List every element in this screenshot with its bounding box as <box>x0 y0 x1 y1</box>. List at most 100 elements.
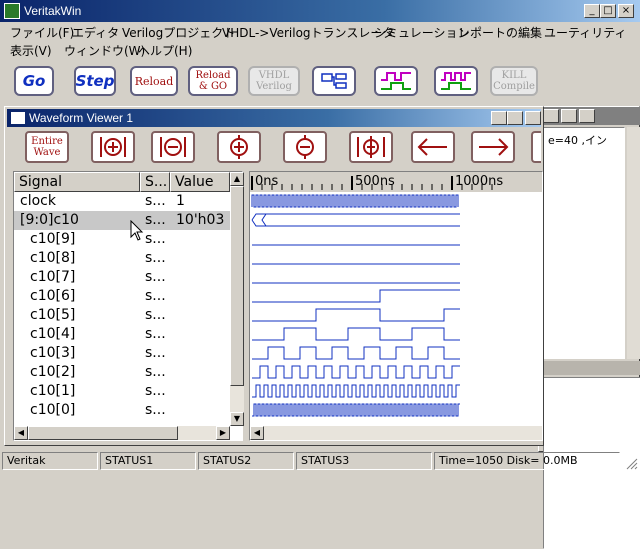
entire-wave-button[interactable]: Entire Wave <box>25 131 69 163</box>
signal-status: s... <box>145 326 166 342</box>
time-label: 500ns <box>355 174 395 189</box>
signal-name: c10[3] <box>30 345 76 361</box>
signal-row[interactable]: c10[3] s... <box>14 344 230 363</box>
signal-name: c10[2] <box>30 364 76 380</box>
signal-status: s... <box>145 231 166 247</box>
reload-button[interactable]: Reload <box>130 66 178 96</box>
waveform-viewer-button[interactable] <box>434 66 478 96</box>
menu-file[interactable]: ファイル(F) <box>10 24 74 41</box>
signal-status: s... <box>145 288 166 304</box>
wave-horizontal-scrollbar[interactable]: ◀ <box>250 426 542 440</box>
go-label: Go <box>22 71 46 90</box>
reload-go-label-2: & GO <box>198 81 228 92</box>
col-signal-header[interactable]: Signal <box>14 172 140 192</box>
menu-window[interactable]: ウィンドウ(W) <box>64 42 145 59</box>
reload-go-button[interactable]: Reload & GO <box>188 66 238 96</box>
resize-grip-icon[interactable] <box>624 456 638 470</box>
signal-status: s... <box>145 193 166 209</box>
signal-row[interactable]: c10[5] s... <box>14 306 230 325</box>
scroll-right-button[interactable] <box>471 131 515 163</box>
signal-row[interactable]: c10[6] s... <box>14 287 230 306</box>
scroll-left-arrow-icon[interactable]: ◀ <box>14 426 28 440</box>
signal-name: c10[0] <box>30 402 76 418</box>
menu-vhdl-translator[interactable]: VHDL->Verilogトランスレータ <box>222 24 394 41</box>
editor-text[interactable]: e=40 ,イン <box>543 127 625 359</box>
kill-label-2: Compile <box>493 81 535 92</box>
bg-close-button[interactable] <box>579 109 595 123</box>
minimize-button[interactable]: _ <box>584 4 600 18</box>
wv-maximize-button[interactable] <box>507 111 523 125</box>
signal-row[interactable]: c10[1] s... <box>14 382 230 401</box>
menu-utility[interactable]: ユーティリティ <box>544 24 627 41</box>
signal-vertical-scrollbar[interactable]: ▲ ▼ <box>230 172 244 426</box>
zoom-in-range-button[interactable] <box>91 131 135 163</box>
entire-label-2: Wave <box>33 147 61 158</box>
signal-row-selected[interactable]: [9:0]c10 s... 10'h03 <box>14 211 230 230</box>
step-button[interactable]: Step <box>74 66 116 96</box>
waveform-bit <box>252 346 460 360</box>
signal-row[interactable]: c10[8] s... <box>14 249 230 268</box>
h-scroll-thumb[interactable] <box>28 426 178 440</box>
signal-name: c10[1] <box>30 383 76 399</box>
zoom-out-button[interactable] <box>283 131 327 163</box>
background-window: e=40 ,イン <box>538 106 640 549</box>
zoom-cursor-button[interactable] <box>349 131 393 163</box>
scroll-thumb[interactable] <box>230 186 244 386</box>
more-buttons[interactable] <box>531 131 541 163</box>
signal-status: s... <box>145 383 166 399</box>
signal-row[interactable]: c10[4] s... <box>14 325 230 344</box>
waveform-button[interactable] <box>374 66 418 96</box>
vhdl-verilog-button[interactable]: VHDL Verilog <box>248 66 300 96</box>
scroll-left-button[interactable] <box>411 131 455 163</box>
menu-verilog-project[interactable]: Verilogプロジェクト <box>122 24 235 41</box>
zoom-in-range-icon <box>100 137 126 157</box>
signal-horizontal-scrollbar[interactable]: ◀ ▶ <box>14 426 230 440</box>
waveform-canvas[interactable]: 0ns 500ns 1000ns <box>250 172 542 426</box>
signal-row[interactable]: clock s... 1 <box>14 192 230 211</box>
signal-row[interactable]: c10[9] s... <box>14 230 230 249</box>
bg-minimize-button[interactable] <box>543 109 559 123</box>
zoom-in-icon <box>230 135 248 159</box>
wave-display-pane[interactable]: 0ns 500ns 1000ns ◀ <box>249 171 543 441</box>
scroll-down-arrow-icon[interactable]: ▼ <box>230 412 244 426</box>
menu-report-edit[interactable]: レポートの編集 <box>458 24 542 41</box>
kill-label-1: KILL <box>501 70 527 81</box>
signal-status: s... <box>145 345 166 361</box>
signal-list-pane: Signal S... Value clock s... 1 [9:0]c10 … <box>13 171 244 441</box>
bg-maximize-button[interactable] <box>561 109 577 123</box>
reload-go-label-1: Reload <box>195 70 231 81</box>
zoom-out-range-button[interactable] <box>151 131 195 163</box>
zoom-in-button[interactable] <box>217 131 261 163</box>
signal-name: c10[8] <box>30 250 76 266</box>
zoom-out-range-icon <box>160 137 186 157</box>
hierarchy-button[interactable] <box>312 66 356 96</box>
menu-view[interactable]: 表示(V) <box>10 42 52 59</box>
scroll-right-arrow-icon[interactable]: ▶ <box>216 426 230 440</box>
bg-splitter[interactable] <box>543 361 640 375</box>
signal-row[interactable]: c10[0] s... <box>14 401 230 420</box>
status-2: STATUS2 <box>198 452 294 470</box>
hierarchy-icon <box>321 73 347 89</box>
signal-row[interactable]: c10[7] s... <box>14 268 230 287</box>
col-value-header[interactable]: Value <box>170 172 230 192</box>
bg-vertical-scrollbar[interactable] <box>627 127 640 359</box>
signal-row[interactable]: c10[2] s... <box>14 363 230 382</box>
wv-close-button[interactable] <box>525 111 541 125</box>
signal-status: s... <box>145 269 166 285</box>
signal-status: s... <box>145 364 166 380</box>
menu-simulation[interactable]: シミュレーション <box>374 24 470 41</box>
wave-scroll-left-arrow-icon[interactable]: ◀ <box>250 426 264 440</box>
col-status-header[interactable]: S... <box>140 172 170 192</box>
waveform-viewer-title: Waveform Viewer 1 <box>29 111 134 125</box>
wv-minimize-button[interactable] <box>491 111 507 125</box>
scroll-up-arrow-icon[interactable]: ▲ <box>230 172 244 186</box>
go-button[interactable]: Go <box>14 66 54 96</box>
menu-help[interactable]: ヘルプ(H) <box>138 42 192 59</box>
background-window-titlebar <box>539 107 640 125</box>
waveform-bit <box>252 308 460 322</box>
maximize-button[interactable]: □ <box>600 4 616 18</box>
close-button[interactable]: × <box>618 4 634 18</box>
menu-editor[interactable]: エディタ <box>72 24 119 41</box>
kill-compile-button[interactable]: KILL Compile <box>490 66 538 96</box>
signal-name: c10[7] <box>30 269 76 285</box>
